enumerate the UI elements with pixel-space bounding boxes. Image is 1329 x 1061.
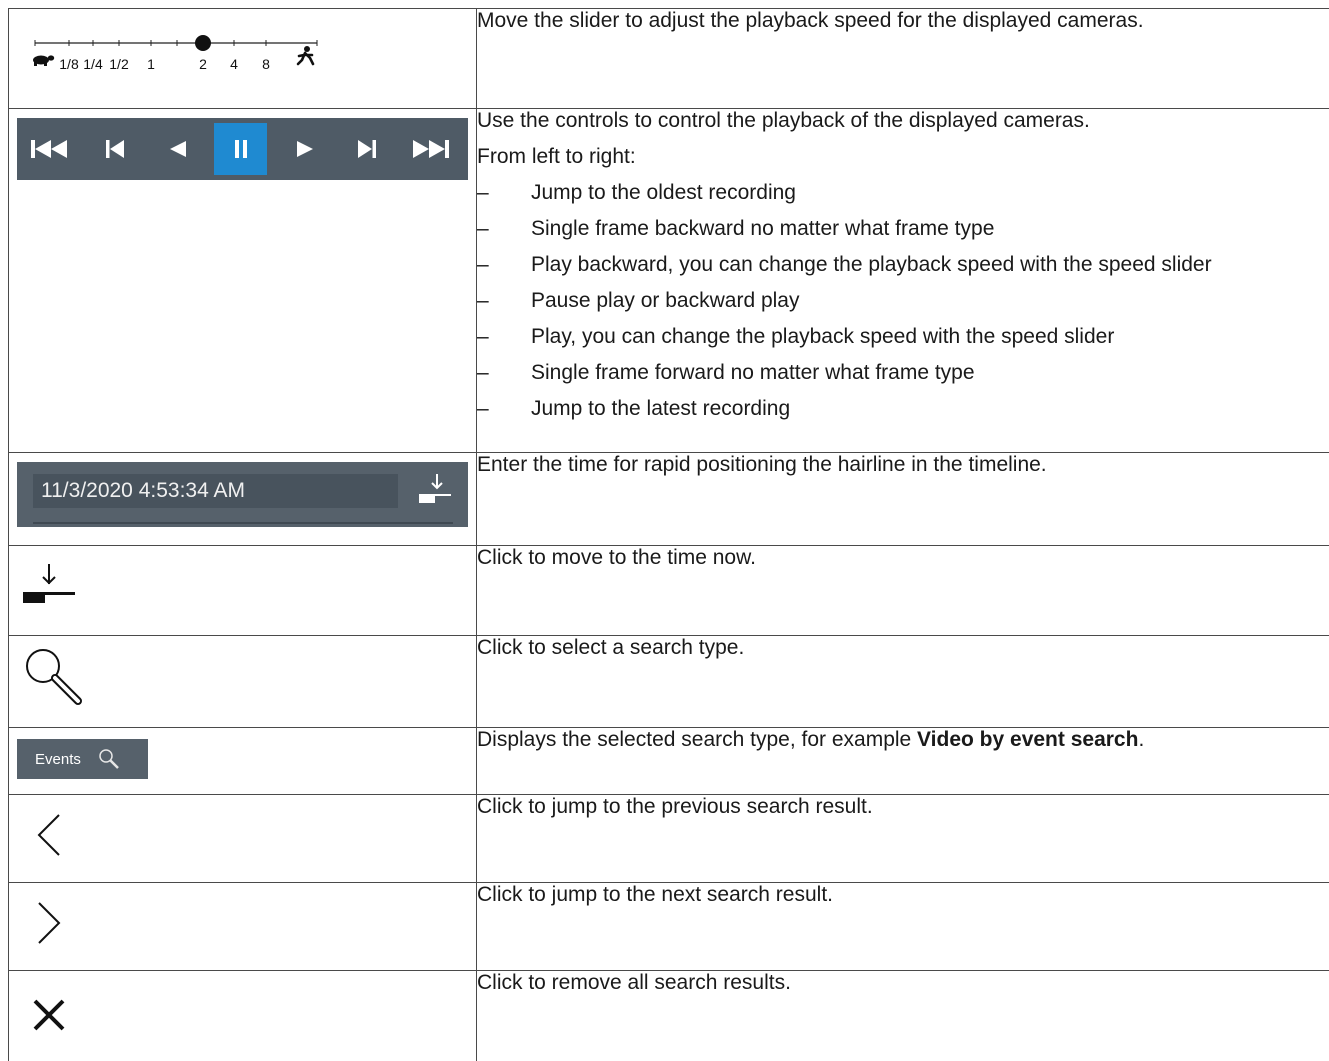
description-cell: Click to select a search type. [477, 636, 1329, 728]
turtle-icon [33, 55, 54, 66]
frame-forward-button[interactable] [340, 123, 393, 175]
table-row: Click to jump to the next search result. [9, 883, 1329, 971]
frame-backward-button[interactable] [88, 123, 141, 175]
speed-label: 8 [262, 56, 270, 72]
frame-backward-icon [103, 137, 127, 161]
time-field-cell: 11/3/2020 4:53:34 AM [9, 453, 477, 546]
play-icon [294, 137, 314, 161]
pause-button[interactable] [214, 123, 267, 175]
speed-slider[interactable]: 1/81/4 1/2 1 2 4 8 [27, 31, 347, 81]
play-button[interactable] [277, 123, 330, 175]
play-backward-icon [168, 137, 188, 161]
icon-cell [9, 971, 477, 1061]
description-text: Click to jump to the previous search res… [477, 795, 1329, 819]
list-item: –Jump to the oldest recording [477, 175, 1329, 211]
timeline-ticks [33, 520, 453, 526]
table-row: Click to jump to the previous search res… [9, 795, 1329, 883]
description-cell: Displays the selected search type, for e… [477, 728, 1329, 795]
events-button-label: Events [35, 751, 81, 768]
table-row: Events Displays the selected search type… [9, 728, 1329, 795]
jump-latest-icon [407, 137, 453, 161]
jump-latest-button[interactable] [403, 123, 456, 175]
description-cell: Move the slider to adjust the playback s… [477, 9, 1329, 109]
description-cell: Click to remove all search results. [477, 971, 1329, 1061]
description-text: From left to right: [477, 139, 1329, 175]
list-item: –Pause play or backward play [477, 283, 1329, 319]
jump-to-now-icon[interactable] [415, 472, 455, 508]
description-text: Click to select a search type. [477, 636, 1329, 660]
description-text: Click to remove all search results. [477, 971, 1329, 995]
playback-controls [17, 118, 468, 180]
table-row: Click to remove all search results. [9, 971, 1329, 1061]
table-row: 1/81/4 1/2 1 2 4 8 Move the slider to adjust … [9, 9, 1329, 109]
jump-oldest-icon [29, 137, 75, 161]
search-icon [21, 644, 85, 708]
speed-slider-cell: 1/81/4 1/2 1 2 4 8 [9, 9, 477, 109]
table-row: Click to select a search type. [9, 636, 1329, 728]
speed-label: 1/8 [59, 56, 79, 72]
chevron-right-icon [29, 899, 69, 951]
speed-label: 1/2 [109, 56, 129, 72]
speed-label: 1/4 [83, 56, 103, 72]
list-item: –Single frame backward no matter what fr… [477, 211, 1329, 247]
table-row: Click to move to the time now. [9, 546, 1329, 636]
description-text: Click to jump to the next search result. [477, 883, 1329, 907]
icon-cell: Events [9, 728, 477, 795]
table-row: 11/3/2020 4:53:34 AM Enter the time for … [9, 453, 1329, 546]
icon-cell [9, 636, 477, 728]
speed-label: 2 [199, 56, 207, 72]
description-cell: Click to move to the time now. [477, 546, 1329, 636]
list-item: –Single frame forward no matter what fra… [477, 355, 1329, 391]
list-item: –Play backward, you can change the playb… [477, 247, 1329, 283]
speed-label: 1 [147, 56, 155, 72]
chevron-left-icon [29, 811, 69, 863]
pause-icon [231, 137, 251, 161]
description-text: Click to move to the time now. [477, 546, 1329, 570]
time-input[interactable]: 11/3/2020 4:53:34 AM [33, 474, 398, 508]
list-item: –Play, you can change the playback speed… [477, 319, 1329, 355]
slider-thumb[interactable] [195, 35, 211, 51]
jump-to-now-icon [21, 562, 81, 610]
help-table: 1/81/4 1/2 1 2 4 8 Move the slider to adjust … [8, 8, 1329, 1061]
frame-forward-icon [355, 137, 379, 161]
description-text: Move the slider to adjust the playback s… [477, 9, 1329, 33]
description-cell: Enter the time for rapid positioning the… [477, 453, 1329, 546]
close-icon [29, 995, 69, 1035]
search-type-example: Video by event search [917, 728, 1138, 751]
icon-cell [9, 546, 477, 636]
description-cell: Click to jump to the next search result. [477, 883, 1329, 971]
list-item: –Jump to the latest recording [477, 391, 1329, 427]
time-field: 11/3/2020 4:53:34 AM [17, 462, 468, 527]
description-cell: Use the controls to control the playback… [477, 109, 1329, 453]
description-cell: Click to jump to the previous search res… [477, 795, 1329, 883]
jump-oldest-button[interactable] [25, 123, 78, 175]
icon-cell [9, 883, 477, 971]
running-person-icon [298, 46, 313, 64]
events-button[interactable]: Events [17, 739, 148, 779]
playback-controls-cell [9, 109, 477, 453]
table-row: Use the controls to control the playback… [9, 109, 1329, 453]
description-text: Use the controls to control the playback… [477, 103, 1329, 139]
play-backward-button[interactable] [151, 123, 204, 175]
speed-label: 4 [230, 56, 238, 72]
search-icon [97, 747, 121, 771]
description-text: Enter the time for rapid positioning the… [477, 453, 1329, 477]
description-text: Displays the selected search type, for e… [477, 728, 1329, 752]
icon-cell [9, 795, 477, 883]
